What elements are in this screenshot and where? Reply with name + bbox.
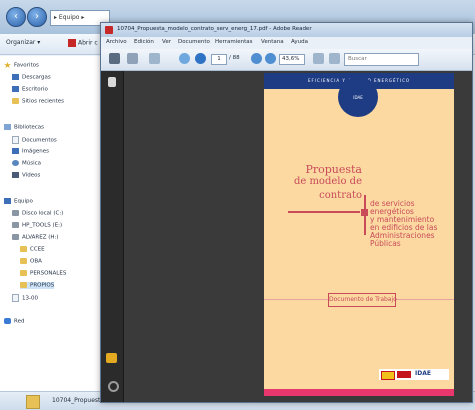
fit-page-icon[interactable] xyxy=(313,53,324,64)
menu-ver[interactable]: Ver xyxy=(162,39,171,45)
pages-icon[interactable] xyxy=(108,77,116,87)
drive-icon xyxy=(12,222,19,228)
search-input[interactable]: Buscar xyxy=(344,53,419,66)
zoom-in-icon[interactable] xyxy=(265,53,276,64)
page-total: / 88 xyxy=(229,55,240,61)
menu-edicion[interactable]: Edición xyxy=(134,39,154,45)
collaborate-icon[interactable] xyxy=(149,53,160,64)
usb-drive-icon xyxy=(12,234,19,240)
navigation-panel xyxy=(101,71,124,402)
menu-documento[interactable]: Documento xyxy=(178,39,210,45)
tree-videos[interactable]: Vídeos xyxy=(12,172,40,179)
tree-libraries[interactable]: Bibliotecas xyxy=(4,124,44,131)
folder-icon xyxy=(20,246,27,252)
organize-button[interactable]: Organizar ▾ xyxy=(6,39,40,46)
pdf-icon xyxy=(68,39,76,47)
page-number-input[interactable]: 1 xyxy=(211,54,227,65)
tree-documents[interactable]: Documentos xyxy=(12,136,57,144)
documents-icon xyxy=(12,136,19,144)
tree-desktop[interactable]: Escritorio xyxy=(12,86,48,93)
star-icon xyxy=(4,62,11,68)
ministry-logo-icon xyxy=(397,371,411,378)
cover-title-line-1: Propuesta xyxy=(305,163,362,176)
back-button[interactable]: ‹ xyxy=(6,7,26,27)
zoom-out-icon[interactable] xyxy=(251,53,262,64)
cover-title-line-3: contrato xyxy=(319,190,362,201)
zoom-level-field[interactable]: 43,6% xyxy=(279,54,305,65)
cover-title-line-2: de modelo de xyxy=(293,176,362,187)
libraries-icon xyxy=(4,124,11,130)
tree-propios[interactable]: PROPIOS xyxy=(20,282,55,289)
spain-flag-icon xyxy=(381,371,395,380)
folder-icon xyxy=(20,282,27,288)
folder-icon xyxy=(20,270,27,276)
tree-favorites[interactable]: Favoritos xyxy=(4,62,39,69)
tree-music[interactable]: Música xyxy=(12,160,41,167)
cover-badge: Documento de Trabajo xyxy=(328,293,397,307)
menu-herramientas[interactable]: Herramientas xyxy=(215,39,252,45)
tree-computer[interactable]: Equipo xyxy=(4,198,33,205)
menu-ventana[interactable]: Ventana xyxy=(261,39,284,45)
tree-1300[interactable]: 13-00 xyxy=(12,294,38,302)
attachment-icon[interactable] xyxy=(108,381,119,392)
pdf-cover-page: EFICIENCIA Y AHORRO ENERGÉTICO IDAE Prop… xyxy=(264,73,454,396)
music-icon xyxy=(12,160,19,166)
network-icon xyxy=(4,318,11,324)
pdf-icon xyxy=(105,26,113,34)
reader-titlebar: 10704_Propuesta_modelo_contrato_serv_ene… xyxy=(101,23,472,37)
cover-accent-square xyxy=(361,209,368,216)
desktop-icon xyxy=(12,86,19,92)
comment-icon[interactable] xyxy=(106,353,117,363)
videos-icon xyxy=(12,172,19,178)
menu-ayuda[interactable]: Ayuda xyxy=(291,39,308,45)
cover-bottom-band xyxy=(264,389,454,396)
idae-logo: IDAE xyxy=(415,370,431,377)
tree-recent[interactable]: Sitios recientes xyxy=(12,98,64,105)
tree-hp-tools[interactable]: HP_TOOLS (E:) xyxy=(12,222,62,229)
file-thumbnail-icon xyxy=(26,395,40,409)
drive-icon xyxy=(12,210,19,216)
cover-subtitle-line-6: Públicas xyxy=(370,239,401,248)
fit-width-icon[interactable] xyxy=(329,53,340,64)
print-icon[interactable] xyxy=(109,53,120,64)
navigation-tree: Favoritos Descargas Escritorio Sitios re… xyxy=(0,56,100,391)
adobe-reader-window: 10704_Propuesta_modelo_contrato_serv_ene… xyxy=(100,22,473,403)
tree-personales[interactable]: PERSONALES xyxy=(20,270,66,277)
previous-page-icon[interactable] xyxy=(179,53,190,64)
computer-icon xyxy=(4,198,11,204)
recent-places-icon xyxy=(12,98,19,104)
tree-alvarez[interactable]: ALVAREZ (H:) xyxy=(12,234,59,241)
reader-toolbar: 1 / 88 43,6% Buscar xyxy=(101,49,472,71)
reader-title: 10704_Propuesta_modelo_contrato_serv_ene… xyxy=(117,26,312,32)
tree-network[interactable]: Red xyxy=(4,318,24,325)
next-page-icon[interactable] xyxy=(195,53,206,64)
email-icon[interactable] xyxy=(127,53,138,64)
tree-obs[interactable]: OBA xyxy=(20,258,42,265)
folder-icon xyxy=(20,258,27,264)
menu-archivo[interactable]: Archivo xyxy=(106,39,127,45)
tree-images[interactable]: Imágenes xyxy=(12,148,49,155)
cover-logos: IDAE xyxy=(379,369,449,380)
tree-ccee[interactable]: CCEE xyxy=(20,246,45,253)
selected-file-name: 10704_Propuesta xyxy=(52,397,105,404)
tree-disk-c[interactable]: Disco local (C:) xyxy=(12,210,63,217)
document-viewport[interactable]: EFICIENCIA Y AHORRO ENERGÉTICO IDAE Prop… xyxy=(124,71,472,402)
downloads-icon xyxy=(12,74,19,80)
open-button[interactable]: Abrir c xyxy=(68,39,98,47)
tree-downloads[interactable]: Descargas xyxy=(12,74,51,81)
file-icon xyxy=(12,294,19,302)
forward-button[interactable]: › xyxy=(27,7,47,27)
images-icon xyxy=(12,148,19,154)
cover-divider-line xyxy=(288,211,360,213)
cover-circle-logo: IDAE xyxy=(338,77,378,117)
